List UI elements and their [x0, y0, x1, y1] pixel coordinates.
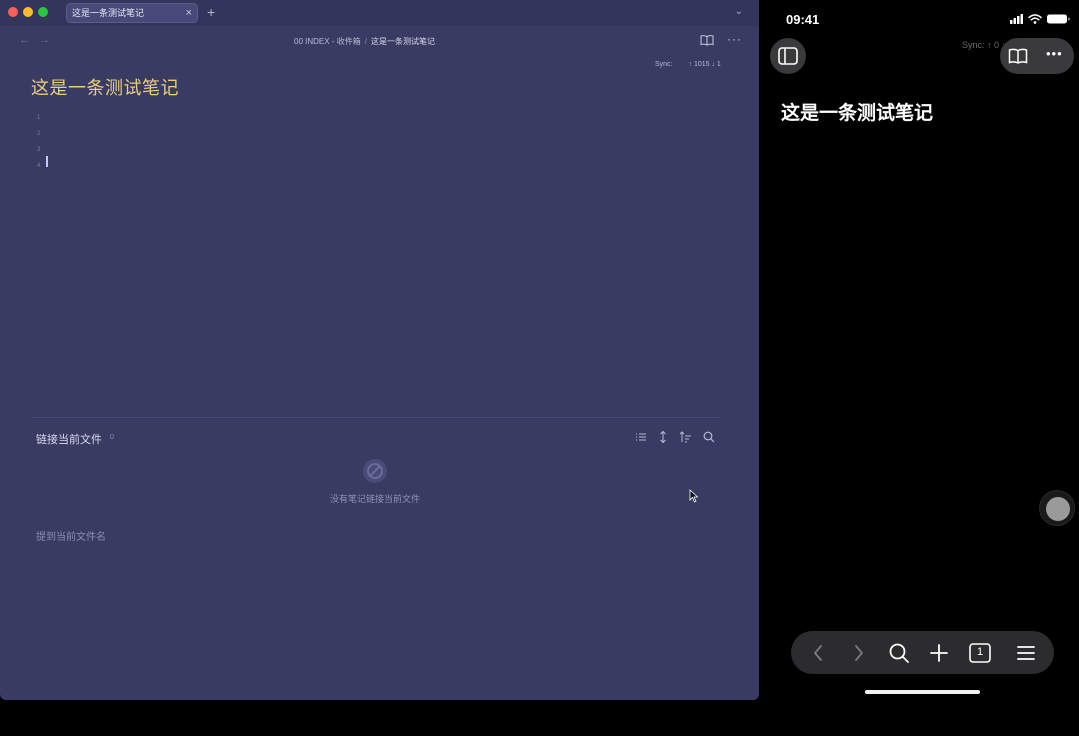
- sync-counts: ↑ 1015 ↓ 1: [688, 61, 721, 68]
- close-tab-icon[interactable]: ×: [186, 4, 192, 22]
- note-title[interactable]: 这是一条测试笔记: [31, 74, 179, 100]
- no-backlinks-message: 没有笔记链接当前文件: [329, 494, 420, 504]
- battery-icon: [1047, 14, 1070, 24]
- phone-note-title[interactable]: 这是一条测试笔记: [781, 98, 933, 125]
- assistive-touch-button[interactable]: [1039, 490, 1075, 526]
- phone-screen: 09:41 Sync: ↑ 0 ↓ 41 ••• 这是一条测试笔记 1: [762, 0, 1079, 700]
- zoom-window-button[interactable]: [38, 7, 48, 17]
- list-icon[interactable]: [634, 430, 648, 444]
- wifi-icon: [1028, 14, 1042, 21]
- tab-count: 1: [976, 646, 984, 658]
- tab-label: 这是一条测试笔记: [72, 8, 145, 18]
- status-indicators: [1010, 13, 1072, 25]
- title-bar: 这是一条测试笔记 × + ⌄: [0, 0, 759, 26]
- status-time: 09:41: [786, 12, 820, 27]
- phone-actions-pill: •••: [1000, 38, 1074, 74]
- breadcrumb-current[interactable]: 这是一条测试笔记: [371, 37, 435, 46]
- breadcrumb: 00 INDEX - 收件箱 / 这是一条测试笔记: [0, 36, 729, 47]
- sidebar-toggle-button[interactable]: [770, 38, 806, 74]
- menu-icon[interactable]: [1014, 641, 1038, 665]
- line-number: 2: [37, 131, 41, 137]
- no-links-icon: [362, 458, 388, 484]
- text-caret: [46, 156, 48, 167]
- new-tab-button[interactable]: +: [207, 4, 215, 20]
- cellular-signal-icon: [1010, 14, 1023, 24]
- tab-list-chevron-icon[interactable]: ⌄: [735, 6, 743, 17]
- backlinks-title[interactable]: 链接当前文件: [36, 431, 102, 447]
- mouse-pointer-icon: [689, 489, 699, 503]
- tab-note[interactable]: 这是一条测试笔记 ×: [66, 3, 198, 23]
- backlinks-divider: [32, 417, 720, 418]
- forward-chevron-icon[interactable]: [846, 641, 870, 665]
- line-number: 3: [37, 147, 41, 153]
- line-number-gutter: 1 2 3 4: [37, 110, 40, 174]
- bottom-toolbar: 1: [791, 631, 1054, 674]
- line-number: 1: [37, 115, 41, 121]
- home-indicator[interactable]: [865, 690, 980, 694]
- more-options-icon[interactable]: •••: [1046, 46, 1063, 61]
- unlinked-mentions-title[interactable]: 提到当前文件名: [36, 528, 106, 543]
- sync-status[interactable]: Sync: ↑ 1015 ↓ 1: [655, 61, 721, 68]
- backlinks-count: 0: [110, 434, 114, 441]
- more-options-icon[interactable]: ···: [727, 32, 742, 46]
- line-number: 4: [37, 163, 41, 169]
- back-chevron-icon[interactable]: [807, 641, 831, 665]
- sort-icon[interactable]: [679, 430, 693, 444]
- search-icon[interactable]: [887, 641, 911, 665]
- search-icon[interactable]: [702, 430, 716, 444]
- close-window-button[interactable]: [8, 7, 18, 17]
- read-mode-icon[interactable]: [700, 34, 714, 46]
- minimize-window-button[interactable]: [23, 7, 33, 17]
- add-icon[interactable]: [927, 641, 951, 665]
- tabs-button[interactable]: 1: [968, 641, 992, 665]
- view-header: ← → 00 INDEX - 收件箱 / 这是一条测试笔记 ···: [0, 30, 759, 52]
- desktop-window: 这是一条测试笔记 × + ⌄ ← → 00 INDEX - 收件箱 / 这是一条测试…: [0, 0, 759, 700]
- read-mode-icon[interactable]: [1008, 47, 1028, 65]
- sync-label: Sync:: [655, 61, 673, 68]
- breadcrumb-folder[interactable]: 00 INDEX - 收件箱: [294, 37, 361, 46]
- expand-icon[interactable]: [656, 430, 670, 444]
- breadcrumb-separator: /: [364, 37, 367, 46]
